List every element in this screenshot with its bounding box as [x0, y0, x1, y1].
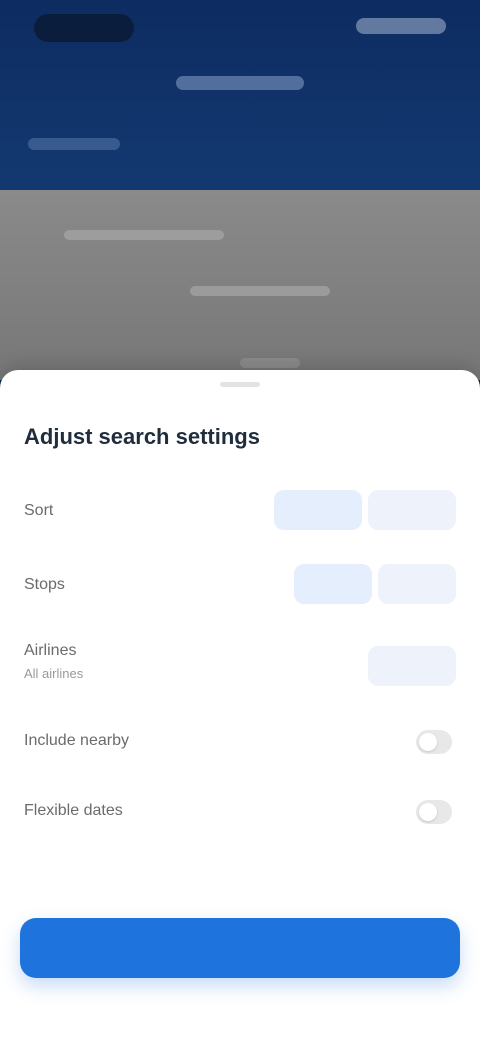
stops-option-2[interactable] — [378, 564, 456, 604]
status-bar-right — [356, 18, 446, 34]
setting-label: Stops — [24, 576, 65, 593]
bg-line-1 — [64, 230, 224, 240]
sort-option-1[interactable] — [274, 490, 362, 530]
apply-button[interactable] — [20, 918, 460, 978]
sort-option-2[interactable] — [368, 490, 456, 530]
setting-sublabel: All airlines — [24, 666, 84, 681]
toggle-knob — [419, 733, 437, 751]
setting-row-airlines: Airlines All airlines — [24, 636, 456, 694]
background-content-card — [0, 190, 480, 380]
toggle-knob — [419, 803, 437, 821]
flexible-toggle[interactable] — [416, 800, 452, 824]
screen-subtitle — [28, 138, 120, 150]
setting-row-flexible: Flexible dates — [24, 792, 456, 832]
top-app-bar — [0, 0, 480, 210]
sheet-title: Adjust search settings — [24, 424, 260, 449]
nearby-toggle[interactable] — [416, 730, 452, 754]
setting-row-sort: Sort — [24, 490, 456, 536]
stops-option-1[interactable] — [294, 564, 372, 604]
sheet-drag-handle[interactable] — [220, 382, 260, 387]
setting-label: Flexible dates — [24, 802, 123, 819]
airlines-option[interactable] — [368, 646, 456, 686]
setting-label: Include nearby — [24, 732, 129, 749]
status-bar-left — [34, 14, 134, 42]
setting-label: Airlines — [24, 642, 77, 659]
setting-row-stops: Stops — [24, 564, 456, 610]
bg-line-3 — [240, 358, 300, 368]
screen-title — [176, 76, 304, 90]
setting-row-nearby: Include nearby — [24, 722, 456, 762]
setting-label: Sort — [24, 502, 54, 519]
bg-line-2 — [190, 286, 330, 296]
